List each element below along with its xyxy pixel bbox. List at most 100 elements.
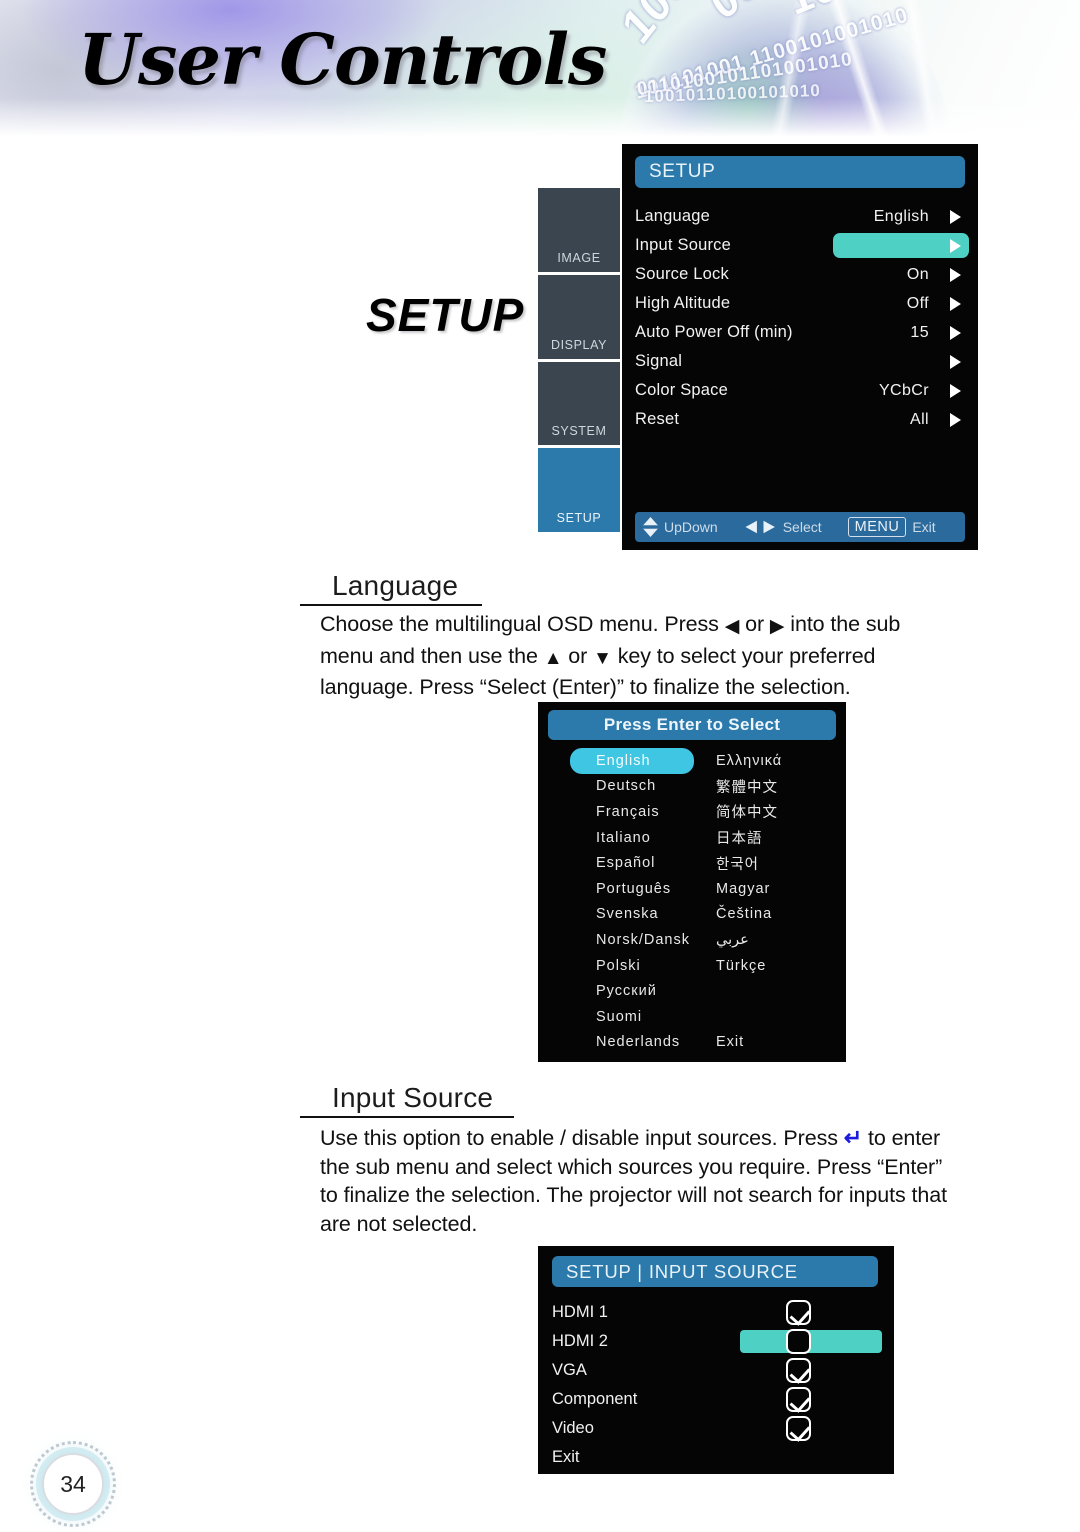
menu-row-label: Color Space [635,381,728,399]
language-item-russian[interactable]: Русский [548,978,694,1004]
chevron-right-icon[interactable] [950,412,961,427]
checkbox-unchecked[interactable] [786,1329,811,1354]
osd-tab-label: IMAGE [557,250,601,265]
row-highlight [833,233,969,258]
section-body-language: Choose the multilingual OSD menu. Press … [320,610,1020,702]
osd-tab-label: SYSTEM [551,424,607,439]
language-item-magyar[interactable]: Magyar [694,876,838,902]
checkbox-checked[interactable] [786,1416,811,1441]
language-item-francais[interactable]: Français [548,799,694,825]
chevron-right-icon[interactable] [950,383,961,398]
menu-row-high-altitude[interactable]: High Altitude Off [635,289,969,318]
body-text: key to select your preferred [611,643,876,668]
checkbox-checked[interactable] [786,1300,811,1325]
language-item-espanol[interactable]: Español [548,850,694,876]
language-item-polski[interactable]: Polski [548,953,694,979]
language-item-arabic[interactable]: عربي [694,927,838,953]
up-down-arrows-icon [643,516,658,538]
input-source-row-exit[interactable]: Exit [552,1443,882,1472]
body-text: or [739,612,770,636]
menu-row-color-space[interactable]: Color Space YCbCr [635,376,969,405]
menu-row-label: Signal [635,352,683,370]
section-heading-input-source: Input Source [300,1082,514,1118]
left-arrow-glyph-icon: ◀ [724,616,740,637]
menu-row-value: On [906,265,929,283]
input-source-row-vga[interactable]: VGA [552,1356,882,1385]
checkbox-checked[interactable] [786,1358,811,1383]
osd-language-header: Press Enter to Select [548,710,836,740]
page-title: SETUP [366,289,525,341]
language-item-cestina[interactable]: Čeština [694,902,838,928]
menu-row-value: 15 [910,323,929,341]
menu-row-signal[interactable]: Signal [635,347,969,376]
input-source-row-hdmi1[interactable]: HDMI 1 [552,1298,882,1327]
osd-header-title: SETUP [635,156,965,188]
menu-row-language[interactable]: Language English [635,202,969,231]
osd-footer-hints: UpDown Select MENU Exit [635,512,965,542]
menu-row-input-source[interactable]: Input Source [635,231,969,260]
input-source-label: VGA [552,1361,587,1379]
body-line: the sub menu and select which sources yo… [320,1154,943,1179]
osd-tab-system[interactable]: SYSTEM [538,361,620,446]
menu-row-label: Auto Power Off (min) [635,323,793,341]
language-item-svenska[interactable]: Svenska [548,902,694,928]
language-item-suomi[interactable]: Suomi [548,1004,694,1030]
input-source-row-component[interactable]: Component [552,1385,882,1414]
language-item-norsk-dansk[interactable]: Norsk/Dansk [548,927,694,953]
osd-tab-label: DISPLAY [550,337,608,352]
input-source-row-video[interactable]: Video [552,1414,882,1443]
body-line: to finalize the selection. The projector… [320,1183,947,1207]
language-item-nederlands[interactable]: Nederlands [548,1030,694,1056]
language-item-greek[interactable]: Ελληνικά [694,748,838,774]
osd-menu-list: Language English Input Source Source Loc… [635,202,969,434]
up-arrow-glyph-icon: ▲ [543,647,563,669]
select-hint: Select [744,519,822,535]
language-item-japanese[interactable]: 日本語 [694,825,838,851]
chevron-right-icon[interactable] [950,238,961,253]
manual-page: 1001 0010 1001 101101001 1100101001010 0… [0,0,1080,1532]
language-item-english[interactable]: English [570,748,694,774]
chevron-right-icon[interactable] [950,209,961,224]
menu-row-auto-power-off[interactable]: Auto Power Off (min) 15 [635,318,969,347]
chevron-right-icon[interactable] [950,354,961,369]
body-text: Choose the multilingual OSD menu. Press [320,612,725,636]
language-column-right: Ελληνικά 繁體中文 简体中文 日本語 한국어 Magyar Češtin… [694,748,838,1055]
input-source-label: Component [552,1390,638,1408]
exit-hint-label: Exit [912,519,936,535]
enter-key-glyph-icon: ↵ [843,1125,863,1150]
language-item-portugues[interactable]: Português [548,876,694,902]
chevron-right-icon[interactable] [950,296,961,311]
menu-row-reset[interactable]: Reset All [635,405,969,434]
checkbox-checked[interactable] [786,1387,811,1412]
right-arrow-glyph-icon: ▶ [769,616,785,637]
body-line: menu and then use the ▲ or ▼ key to sele… [320,642,1020,674]
menu-row-label: Language [635,207,711,225]
language-item-turkce[interactable]: Türkçe [694,953,838,979]
language-item-simplified-chinese[interactable]: 简体中文 [694,799,838,825]
osd-tab-setup[interactable]: SETUP [538,448,620,532]
body-text: to enter [862,1126,941,1150]
menu-row-label: Reset [635,410,680,428]
osd-tab-label: SETUP [556,511,602,525]
body-line: Use this option to enable / disable inpu… [320,1124,1040,1153]
menu-row-value: Off [906,294,929,312]
language-item-exit[interactable]: Exit [694,1030,838,1056]
chevron-right-icon[interactable] [950,325,961,340]
body-text: menu and then use the [320,643,544,668]
input-source-label: HDMI 2 [552,1332,608,1350]
left-right-arrows-icon [744,520,777,535]
body-text: into the sub [784,612,901,636]
menu-row-source-lock[interactable]: Source Lock On [635,260,969,289]
down-arrow-glyph-icon: ▼ [593,647,612,669]
osd-tab-display[interactable]: DISPLAY [538,274,620,359]
language-item-italiano[interactable]: Italiano [548,825,694,851]
osd-tab-image[interactable]: IMAGE [538,188,620,272]
exit-hint: MENU Exit [847,517,936,537]
input-source-row-hdmi2[interactable]: HDMI 2 [552,1327,882,1356]
language-item-korean[interactable]: 한국어 [694,850,838,876]
input-source-list: HDMI 1 HDMI 2 VGA Component Video Exit [552,1298,882,1472]
language-item-deutsch[interactable]: Deutsch [548,774,694,800]
language-item-traditional-chinese[interactable]: 繁體中文 [694,774,838,800]
input-source-label: Video [552,1419,594,1437]
chevron-right-icon[interactable] [950,267,961,282]
